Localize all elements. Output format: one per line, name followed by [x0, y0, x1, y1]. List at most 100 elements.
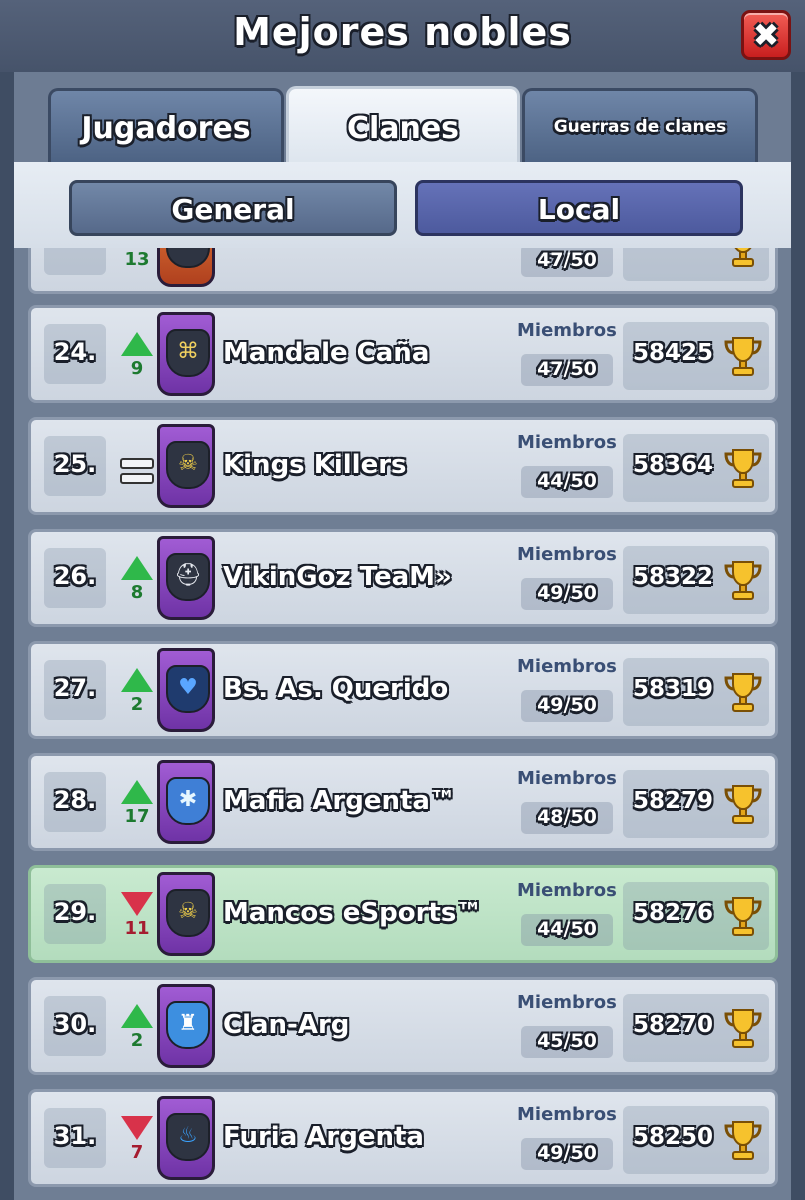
- clan-badge: ☠: [157, 424, 215, 508]
- members-label: Miembros: [517, 320, 617, 341]
- list-item[interactable]: 24. 9 ⌘ Mandale Caña Miembros 47/50 5842…: [28, 305, 778, 403]
- tab-players-label: Jugadores: [81, 111, 251, 146]
- shield-icon: [166, 248, 210, 268]
- up-arrow-icon: [121, 780, 153, 804]
- rank-number: 26.: [53, 562, 97, 590]
- members-box: 45/50: [521, 1026, 613, 1058]
- header-bar: Mejores nobles ✖: [0, 0, 805, 72]
- trophy-icon: [724, 785, 762, 824]
- list-item[interactable]: 30. 2 ♜ Clan-Arg Miembros 45/50 58270: [28, 977, 778, 1075]
- members-box: 49/50: [521, 690, 613, 722]
- members-box: 49/50: [521, 578, 613, 610]
- filter-local-label: Local: [537, 193, 621, 226]
- trophy-box: 58364: [623, 434, 769, 502]
- clan-name: Bs. As. Querido: [223, 674, 449, 704]
- rank-change-value: 11: [124, 918, 150, 939]
- trophy-icon: [724, 337, 762, 376]
- rank-box: 24.: [44, 324, 106, 384]
- members-label: Miembros: [517, 880, 617, 901]
- clan-name: Kings Killers: [223, 450, 407, 480]
- list-item[interactable]: 28. 17 ✱ Mafia Argenta™ Miembros 48/50 5…: [28, 753, 778, 851]
- list-item[interactable]: 25. ☠ Kings Killers Miembros 44/50 58364: [28, 417, 778, 515]
- trophy-box: 58276: [623, 882, 769, 950]
- list-item[interactable]: 31. 7 ♨ Furia Argenta Miembros 49/50 582…: [28, 1089, 778, 1187]
- trophy-count: 58364: [633, 452, 714, 478]
- tab-clans[interactable]: Clanes: [286, 86, 520, 164]
- list-item[interactable]: 29. 11 ☠ Mancos eSports™ Miembros 44/50 …: [28, 865, 778, 963]
- rank-change: 13: [119, 248, 155, 279]
- trophy-box: 58322: [623, 546, 769, 614]
- rank-number: 31.: [53, 1122, 97, 1150]
- skull-icon: ☠: [166, 889, 210, 937]
- clan-badge: ⌘: [157, 312, 215, 396]
- close-icon: ✖: [752, 16, 780, 54]
- filter-bar: General Local: [14, 162, 791, 248]
- up-arrow-icon: [121, 668, 153, 692]
- equal-icon: [120, 458, 154, 488]
- rank-box: 28.: [44, 772, 106, 832]
- clan-name: Mandale Caña: [223, 338, 430, 368]
- clan-list[interactable]: 13 47/50 24. 9 ⌘ Mandale Caña Miembros 4…: [14, 248, 791, 1200]
- filter-general-label: General: [171, 193, 295, 226]
- clan-name: Mafia Argenta™: [223, 786, 456, 816]
- page-title: Mejores nobles: [233, 10, 572, 54]
- rank-change: 7: [119, 1112, 155, 1172]
- tab-clan-wars[interactable]: Guerras de clanes: [522, 88, 758, 162]
- bamboo-icon: ⌘: [166, 329, 210, 377]
- members-value: 44/50: [537, 470, 597, 492]
- clan-badge: ♥: [157, 648, 215, 732]
- trophy-count: 58250: [633, 1124, 714, 1150]
- members-box: 44/50: [521, 466, 613, 498]
- members-label: Miembros: [517, 992, 617, 1013]
- rank-change: 9: [119, 328, 155, 388]
- rank-change-value: 2: [130, 694, 144, 715]
- rank-change-value: 7: [130, 1142, 144, 1163]
- members-box: 49/50: [521, 1138, 613, 1170]
- clan-badge: ♨: [157, 1096, 215, 1180]
- clan-name: Mancos eSports™: [223, 898, 483, 928]
- trophy-icon: [732, 248, 754, 267]
- members-label: Miembros: [517, 656, 617, 677]
- rank-change-value: 17: [124, 806, 150, 827]
- clan-badge: [157, 248, 215, 287]
- rank-number: 25.: [53, 450, 97, 478]
- trophy-icon: [724, 449, 762, 488]
- members-value: 44/50: [537, 918, 597, 940]
- tab-players[interactable]: Jugadores: [48, 88, 284, 162]
- close-button[interactable]: ✖: [741, 10, 791, 60]
- trophy-icon: [724, 561, 762, 600]
- trophy-count: 58322: [633, 564, 714, 590]
- members-value: 45/50: [537, 1030, 597, 1052]
- flame-icon: ♨: [166, 1113, 210, 1161]
- trophy-count: 58319: [633, 676, 714, 702]
- rank-box: 27.: [44, 660, 106, 720]
- clan-badge: ✱: [157, 760, 215, 844]
- heart-icon: ♥: [166, 665, 210, 713]
- up-arrow-icon: [121, 556, 153, 580]
- trophy-icon: [724, 673, 762, 712]
- clan-badge: ⛑: [157, 536, 215, 620]
- members-value: 47/50: [537, 358, 597, 380]
- filter-general-button[interactable]: General: [69, 180, 397, 236]
- rank-box: 26.: [44, 548, 106, 608]
- members-label: Miembros: [517, 1104, 617, 1125]
- members-value: 49/50: [537, 1142, 597, 1164]
- rank-number: 29.: [53, 898, 97, 926]
- down-arrow-icon: [121, 1116, 153, 1140]
- list-item[interactable]: 27. 2 ♥ Bs. As. Querido Miembros 49/50 5…: [28, 641, 778, 739]
- rank-number: 27.: [53, 674, 97, 702]
- down-arrow-icon: [121, 892, 153, 916]
- trophy-box: 58250: [623, 1106, 769, 1174]
- rank-change-value: 9: [130, 358, 144, 379]
- filter-local-button[interactable]: Local: [415, 180, 743, 236]
- rank-box: 29.: [44, 884, 106, 944]
- rank-change-value: 13: [124, 249, 150, 270]
- list-item[interactable]: 26. 8 ⛑ VikinGoz TeaM» Miembros 49/50 58…: [28, 529, 778, 627]
- list-item-partial[interactable]: 13 47/50: [28, 248, 778, 294]
- trophy-box: 58279: [623, 770, 769, 838]
- members-label: Miembros: [517, 544, 617, 565]
- trophy-count: 58270: [633, 1012, 714, 1038]
- rank-box: 30.: [44, 996, 106, 1056]
- rank-box: 31.: [44, 1108, 106, 1168]
- trophy-box: 58319: [623, 658, 769, 726]
